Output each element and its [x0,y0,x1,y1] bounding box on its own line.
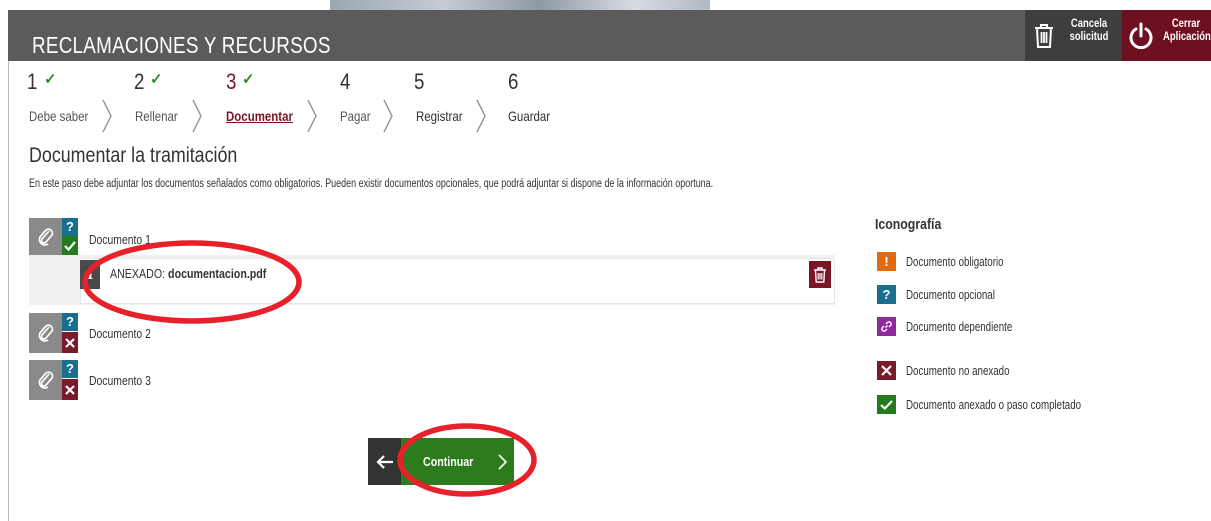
paperclip-icon [38,324,53,342]
attach-button[interactable] [29,313,62,353]
link-icon [877,317,896,336]
attachment-row [80,258,835,304]
continue-label: Continuar [423,454,474,469]
cross-icon [877,361,896,380]
app-title: RECLAMACIONES Y RECURSOS [32,32,331,58]
legend-label: Documento obligatorio [906,255,1004,269]
chevron-right-icon [383,99,393,133]
section-title: Documentar la tramitación [29,144,238,167]
document-label: Documento 2 [89,326,151,341]
check-icon: ✓ [44,71,57,88]
check-icon [62,236,78,255]
step-number: 3 [226,69,237,94]
legend-label: Documento anexado o paso completado [906,398,1082,412]
section-description: En este paso debe adjuntar los documento… [29,178,714,190]
step-registrar[interactable]: Registrar [416,108,463,124]
cancel-request-label: Cancela solicitud [1069,18,1109,43]
chevron-right-icon [307,99,317,133]
check-icon [877,395,896,414]
delete-attachment-button[interactable] [809,261,831,288]
info-icon: i [80,260,100,289]
step-rellenar[interactable]: Rellenar [135,108,178,124]
step-documentar[interactable]: Documentar [226,108,293,124]
chevron-right-icon [192,99,202,133]
header-banner-image [330,0,710,10]
step-number: 2 [134,69,145,94]
paperclip-icon [38,227,53,246]
step-number: 6 [508,69,519,94]
trash-icon [814,266,826,283]
paperclip-icon [38,371,53,389]
document-label: Documento 1 [89,232,151,247]
chevron-right-icon [498,454,507,470]
power-icon [1129,22,1153,50]
attachment-prefix: ANEXADO: [110,266,169,281]
legend-label: Documento no anexado [906,364,1010,378]
question-icon: ? [62,313,78,331]
chevron-right-icon [476,99,486,133]
question-icon: ? [62,360,78,378]
check-icon: ✓ [150,71,163,88]
close-app-button[interactable]: Cerrar Aplicación [1122,10,1211,61]
legend-title: Iconografía [875,216,942,233]
step-number: 1 [27,69,38,94]
attachment-text: ANEXADO: documentacion.pdf [110,266,266,281]
step-number: 4 [340,69,351,94]
document-label: Documento 3 [89,373,151,388]
trash-icon [1035,24,1053,48]
step-pagar[interactable]: Pagar [340,108,371,124]
legend-label: Documento opcional [906,288,995,302]
question-icon: ? [877,285,896,304]
step-guardar[interactable]: Guardar [508,108,550,124]
check-icon: ✓ [242,71,255,88]
attachment-filename[interactable]: documentacion.pdf [168,266,266,281]
cross-icon [62,332,78,353]
question-icon: ? [62,218,78,236]
step-debe-saber[interactable]: Debe saber [29,108,88,124]
arrow-left-icon [375,454,393,469]
back-button[interactable] [368,438,401,485]
legend-label: Documento dependiente [906,320,1013,334]
attach-button[interactable] [29,218,62,255]
continue-button[interactable]: Continuar [401,438,514,485]
close-app-label: Cerrar Aplicación [1163,18,1211,43]
exclamation-icon: ! [877,252,896,271]
cross-icon [62,379,78,400]
attach-button[interactable] [29,360,62,400]
cancel-request-button[interactable]: Cancela solicitud [1025,10,1122,61]
chevron-right-icon [102,99,112,133]
step-number: 5 [414,69,425,94]
